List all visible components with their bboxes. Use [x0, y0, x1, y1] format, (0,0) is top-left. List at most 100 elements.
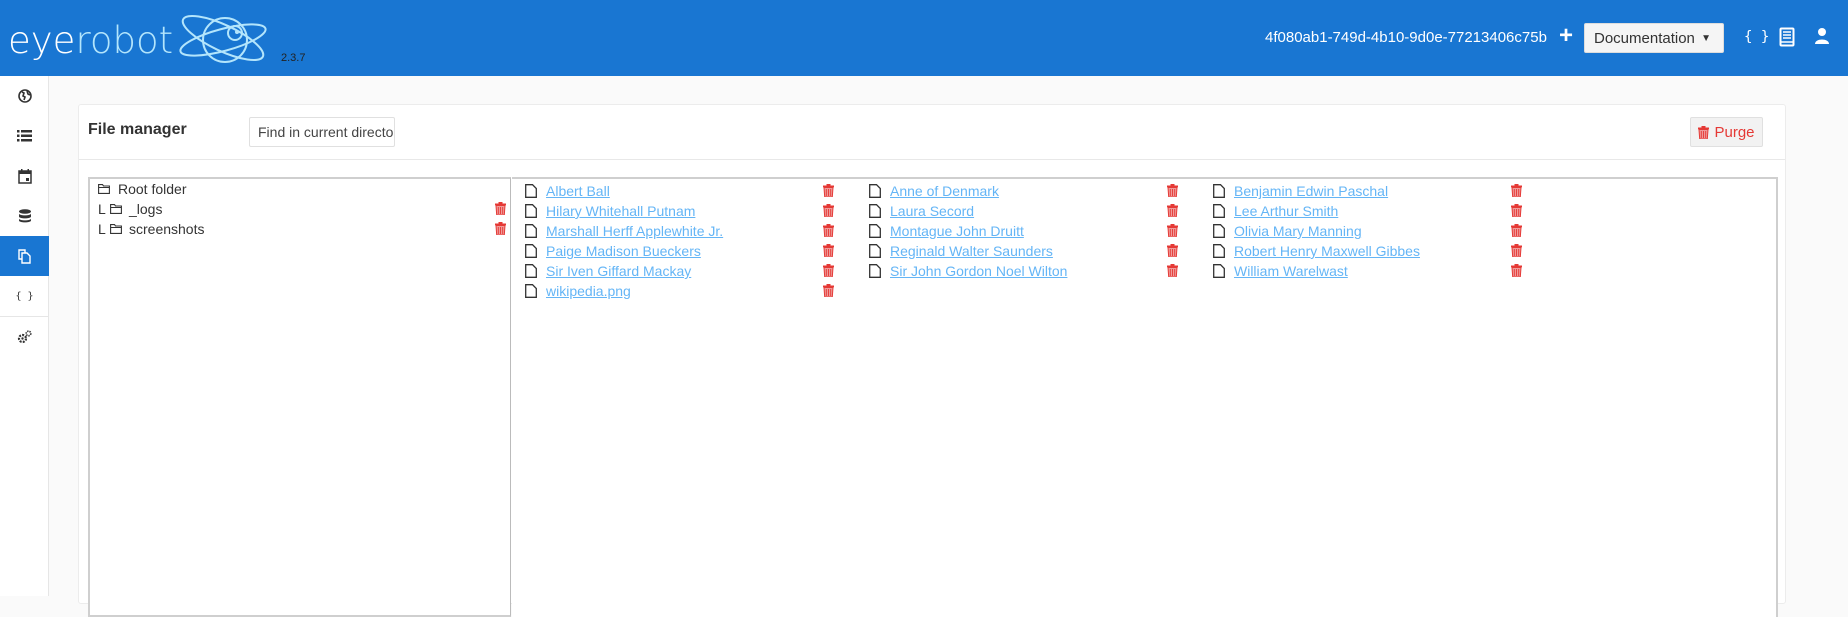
file-link[interactable]: Sir Iven Giffard Mackay — [546, 263, 691, 279]
file-link[interactable]: Lee Arthur Smith — [1234, 203, 1338, 219]
search-input[interactable] — [249, 117, 395, 147]
file-row: Anne of Denmark — [856, 181, 1186, 201]
file-row: Olivia Mary Manning — [1200, 221, 1530, 241]
tree-folder-label[interactable]: _logs — [129, 201, 162, 217]
purge-label: Purge — [1714, 123, 1755, 141]
delete-file-icon[interactable] — [823, 184, 834, 200]
file-link[interactable]: Paige Madison Bueckers — [546, 243, 701, 259]
delete-file-icon[interactable] — [1511, 224, 1522, 240]
files-icon — [18, 248, 31, 264]
documentation-select[interactable]: Documentation ▼ — [1584, 23, 1724, 53]
file-column: Benjamin Edwin Paschal Lee Arthur Smith Ol… — [1200, 181, 1530, 281]
logo[interactable]: eyerobot — [8, 4, 273, 72]
delete-folder-icon[interactable] — [495, 222, 506, 238]
file-icon — [1213, 184, 1225, 198]
file-manager-panel: File manager Purge Root folder L _logs L… — [78, 104, 1786, 617]
sidebar: { } — [0, 76, 49, 596]
file-link[interactable]: Anne of Denmark — [890, 183, 999, 199]
file-icon — [1213, 264, 1225, 278]
braces-icon[interactable]: { } — [1744, 29, 1769, 45]
file-icon — [869, 244, 881, 258]
file-link[interactable]: Montague John Druitt — [890, 223, 1024, 239]
file-link[interactable]: Albert Ball — [546, 183, 610, 199]
delete-file-icon[interactable] — [1167, 244, 1178, 260]
file-icon — [869, 184, 881, 198]
delete-file-icon[interactable] — [1167, 184, 1178, 200]
file-row: Sir John Gordon Noel Wilton — [856, 261, 1186, 281]
logo-text: eyerobot — [8, 22, 173, 59]
file-link[interactable]: Robert Henry Maxwell Gibbes — [1234, 243, 1420, 259]
file-row: Laura Secord — [856, 201, 1186, 221]
sidebar-item-braces[interactable]: { } — [0, 276, 49, 316]
tree-root-folder[interactable]: Root folder — [90, 179, 510, 199]
run-id: 4f080ab1-749d-4b10-9d0e-77213406c75b — [1265, 29, 1547, 46]
folder-icon — [110, 224, 122, 234]
folder-icon — [98, 184, 110, 194]
file-row: Marshall Herff Applewhite Jr. — [512, 221, 842, 241]
user-icon[interactable] — [1814, 27, 1830, 50]
delete-file-icon[interactable] — [1167, 204, 1178, 220]
file-row: Lee Arthur Smith — [1200, 201, 1530, 221]
trash-icon — [1698, 125, 1710, 139]
sidebar-item-globe[interactable] — [0, 76, 49, 116]
braces-icon: { } — [15, 290, 34, 302]
delete-file-icon[interactable] — [1511, 204, 1522, 220]
sidebar-item-calendar[interactable] — [0, 156, 49, 196]
delete-file-icon[interactable] — [823, 204, 834, 220]
file-link[interactable]: Reginald Walter Saunders — [890, 243, 1053, 259]
delete-file-icon[interactable] — [1167, 264, 1178, 280]
database-icon — [18, 209, 31, 223]
delete-file-icon[interactable] — [823, 224, 834, 240]
file-icon — [525, 264, 537, 278]
tree-branch-glyph: L — [98, 201, 106, 217]
file-icon — [525, 204, 537, 218]
sidebar-item-database[interactable] — [0, 196, 49, 236]
delete-file-icon[interactable] — [1167, 224, 1178, 240]
file-icon — [1213, 204, 1225, 218]
file-icon — [1213, 224, 1225, 238]
file-row: Reginald Walter Saunders — [856, 241, 1186, 261]
file-row: Robert Henry Maxwell Gibbes — [1200, 241, 1530, 261]
file-link[interactable]: Benjamin Edwin Paschal — [1234, 183, 1388, 199]
tree-folder-label[interactable]: screenshots — [129, 221, 204, 237]
sidebar-item-settings[interactable] — [0, 316, 49, 356]
file-link[interactable]: William Warelwast — [1234, 263, 1348, 279]
book-icon[interactable] — [1779, 27, 1795, 52]
file-icon — [525, 244, 537, 258]
logo-text-robot: robot — [75, 19, 174, 62]
delete-file-icon[interactable] — [1511, 264, 1522, 280]
sidebar-item-list[interactable] — [0, 116, 49, 156]
file-row: Paige Madison Bueckers — [512, 241, 842, 261]
file-link[interactable]: Marshall Herff Applewhite Jr. — [546, 223, 723, 239]
tree-folder-screenshots[interactable]: L screenshots — [90, 219, 510, 239]
tree-branch-glyph: L — [98, 221, 106, 237]
file-row: Sir Iven Giffard Mackay — [512, 261, 842, 281]
documentation-select-value: Documentation — [1594, 29, 1695, 47]
add-button[interactable]: + — [1555, 24, 1577, 50]
file-list: Albert Ball Hilary Whitehall Putnam Marsha… — [512, 177, 1778, 617]
file-icon — [869, 224, 881, 238]
purge-button[interactable]: Purge — [1690, 117, 1763, 147]
file-link[interactable]: Laura Secord — [890, 203, 974, 219]
list-icon — [17, 130, 32, 142]
delete-folder-icon[interactable] — [495, 202, 506, 218]
globe-icon — [17, 89, 32, 103]
file-link[interactable]: Sir John Gordon Noel Wilton — [890, 263, 1067, 279]
file-row: William Warelwast — [1200, 261, 1530, 281]
delete-file-icon[interactable] — [823, 284, 834, 300]
logo-text-eye: eye — [8, 19, 76, 62]
delete-file-icon[interactable] — [823, 244, 834, 260]
chevron-down-icon: ▼ — [1701, 33, 1711, 44]
file-icon — [525, 284, 537, 298]
tree-root-label[interactable]: Root folder — [118, 181, 186, 197]
tree-folder-logs[interactable]: L _logs — [90, 199, 510, 219]
file-link[interactable]: Hilary Whitehall Putnam — [546, 203, 695, 219]
delete-file-icon[interactable] — [1511, 244, 1522, 260]
file-link[interactable]: wikipedia.png — [546, 283, 631, 299]
file-link[interactable]: Olivia Mary Manning — [1234, 223, 1362, 239]
file-icon — [1213, 244, 1225, 258]
sidebar-item-files[interactable] — [0, 236, 49, 276]
delete-file-icon[interactable] — [823, 264, 834, 280]
file-row: Benjamin Edwin Paschal — [1200, 181, 1530, 201]
delete-file-icon[interactable] — [1511, 184, 1522, 200]
